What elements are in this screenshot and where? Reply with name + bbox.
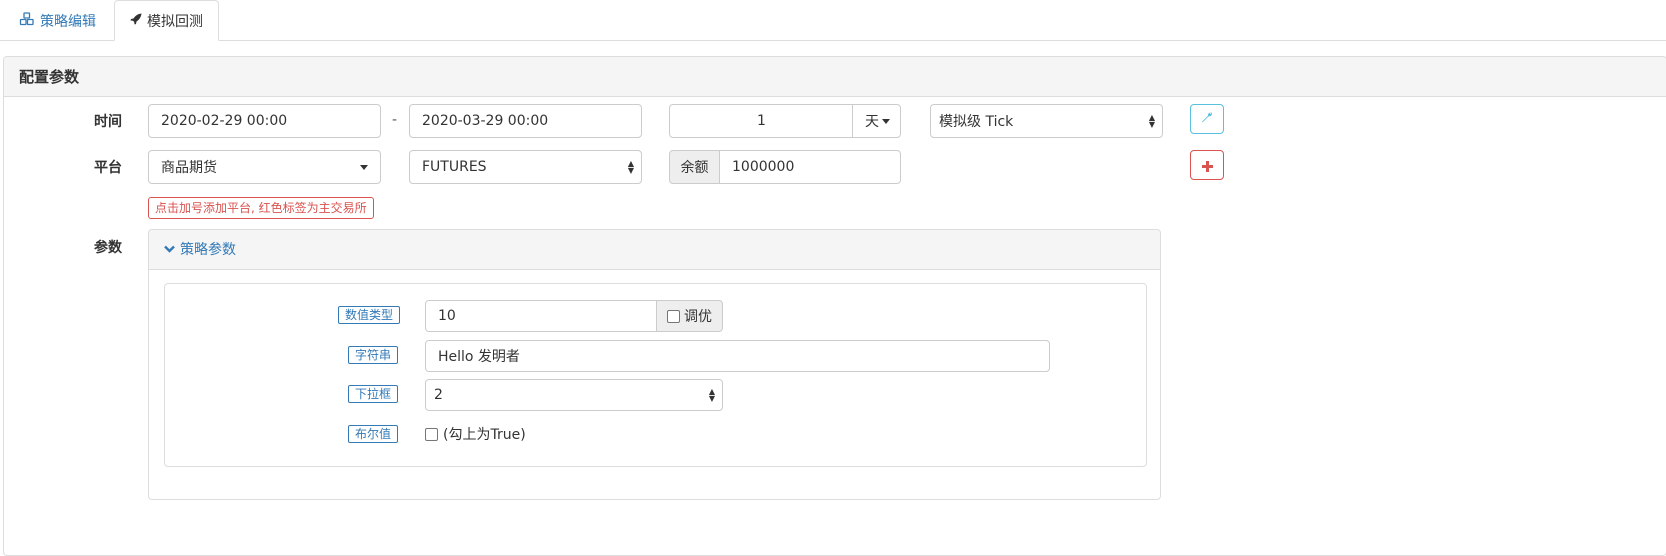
number-param-input[interactable]: 10 (425, 300, 659, 332)
period-unit-dropdown[interactable]: 天 (852, 104, 901, 138)
end-time-input[interactable]: 2020-03-29 00:00 (409, 104, 642, 138)
exchange-dropdown[interactable]: 商品期货 (148, 150, 381, 184)
exchange-value: 商品期货 (161, 160, 217, 176)
param-tag-string: 字符串 (348, 346, 399, 364)
symbol-value: FUTURES (422, 159, 487, 175)
select-arrows-icon: ▲ ▼ (1148, 113, 1155, 129)
chevron-down-icon (164, 245, 175, 253)
strategy-params-panel: 策略参数 数值类型 10 调优 字符串 Hello 发明者 下拉框 2 ▲ ▼ 布… (148, 229, 1161, 500)
rocket-icon (130, 13, 147, 29)
strategy-params-title: 策略参数 (180, 242, 236, 258)
tab-backtest[interactable]: 模拟回测 (114, 0, 219, 41)
string-param-input[interactable]: Hello 发明者 (425, 340, 1050, 372)
dropdown-param-value: 2 (434, 387, 443, 403)
balance-input[interactable]: 1000000 (719, 150, 901, 184)
start-time-input[interactable]: 2020-02-29 00:00 (148, 104, 381, 138)
platform-label: 平台 (94, 160, 122, 176)
select-arrows-icon: ▲ ▼ (708, 387, 715, 403)
strategy-params-heading: 策略参数 (149, 230, 1160, 270)
panel-heading: 配置参数 (4, 57, 1666, 97)
tick-mode-value: 模拟级 Tick (939, 114, 1014, 130)
period-unit-label: 天 (865, 114, 879, 130)
balance-addon: 余额 (669, 150, 720, 184)
boolean-param-field[interactable]: (勾上为True) (425, 425, 526, 443)
caret-down-icon (360, 165, 368, 170)
tabs-divider (0, 40, 1666, 41)
select-arrows-icon: ▲ ▼ (627, 159, 634, 175)
param-tag-dropdown: 下拉框 (348, 385, 399, 403)
dropdown-param-select[interactable]: 2 ▲ ▼ (425, 379, 723, 411)
params-well: 数值类型 10 调优 字符串 Hello 发明者 下拉框 2 ▲ ▼ 布尔值 (勾… (164, 283, 1147, 467)
period-value-input[interactable]: 1 (669, 104, 854, 138)
platform-hint: 点击加号添加平台, 红色标签为主交易所 (148, 197, 374, 219)
tune-checkbox-addon[interactable]: 调优 (656, 300, 723, 332)
add-platform-button[interactable] (1190, 150, 1224, 180)
param-tag-number: 数值类型 (338, 306, 401, 324)
caret-down-icon (882, 119, 890, 124)
boolean-checkbox-label: (勾上为True) (443, 427, 526, 443)
cubes-icon (19, 11, 40, 30)
symbol-select[interactable]: FUTURES ▲ ▼ (409, 150, 642, 184)
tick-mode-select[interactable]: 模拟级 Tick ▲ ▼ (930, 104, 1163, 138)
date-separator: - (392, 112, 398, 128)
tab-label: 策略编辑 (40, 13, 96, 30)
settings-wrench-button[interactable] (1190, 104, 1224, 134)
plus-icon (1201, 153, 1213, 177)
tab-label: 模拟回测 (147, 13, 203, 30)
panel-title: 配置参数 (19, 68, 80, 86)
tune-label: 调优 (684, 309, 712, 325)
time-label: 时间 (94, 114, 122, 130)
wrench-icon (1201, 111, 1213, 127)
strategy-params-toggle[interactable]: 策略参数 (164, 230, 236, 268)
params-label: 参数 (94, 240, 122, 256)
tune-checkbox[interactable] (667, 309, 680, 323)
config-panel: 配置参数 时间 2020-02-29 00:00 - 2020-03-29 00… (3, 56, 1666, 556)
tab-strategy-edit[interactable]: 策略编辑 (3, 0, 112, 41)
param-tag-boolean: 布尔值 (348, 425, 399, 443)
boolean-checkbox[interactable] (425, 427, 438, 441)
